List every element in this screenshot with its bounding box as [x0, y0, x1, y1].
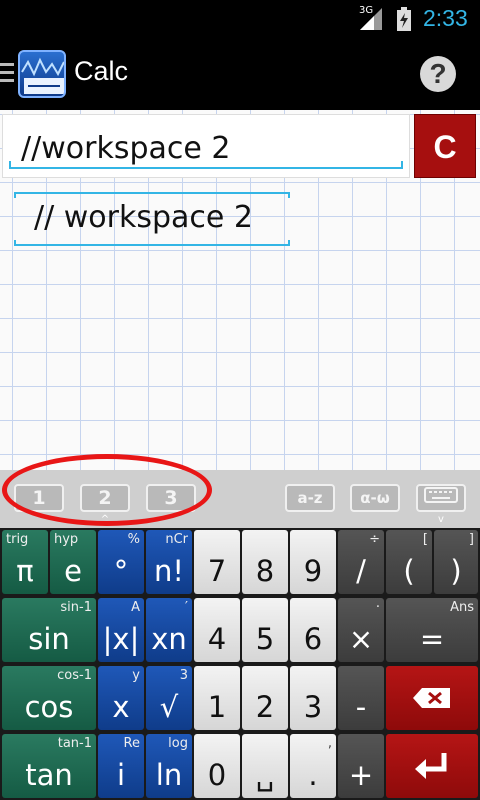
digit-9-key[interactable]: 9: [290, 530, 336, 594]
e-key[interactable]: hyp e: [50, 530, 96, 594]
plus-key[interactable]: +: [338, 734, 384, 798]
action-bar: Calc ?: [0, 38, 480, 110]
chevron-down-icon: v: [438, 514, 444, 525]
alpha-keyboard-button[interactable]: a-z: [285, 484, 335, 512]
digit-1-key[interactable]: 1: [194, 666, 240, 730]
digit-4-key[interactable]: 4: [194, 598, 240, 662]
cos-key[interactable]: cos-1 cos: [2, 666, 96, 730]
equals-key[interactable]: Ans =: [386, 598, 478, 662]
sqrt-key[interactable]: 3 √: [146, 666, 192, 730]
space-key[interactable]: ␣: [242, 734, 288, 798]
ln-key[interactable]: log ln: [146, 734, 192, 798]
pi-key[interactable]: trig π: [2, 530, 48, 594]
left-paren-key[interactable]: [(: [386, 530, 432, 594]
keypad: trig π hyp e % ° nCr n! 7 8 9 ÷ / [( ]) sin-1…: [0, 528, 480, 800]
minus-key[interactable]: -: [338, 666, 384, 730]
result-top-border: [14, 192, 290, 194]
result-corner: [14, 192, 16, 198]
digit-7-key[interactable]: 7: [194, 530, 240, 594]
greek-keyboard-button[interactable]: α-ω: [350, 484, 400, 512]
result-bottom-border: [14, 244, 290, 246]
digit-0-key[interactable]: 0: [194, 734, 240, 798]
battery-icon: [397, 7, 411, 31]
app-logo-icon[interactable]: [18, 50, 66, 98]
keyboard-icon: [424, 487, 458, 503]
decimal-key[interactable]: ,.: [290, 734, 336, 798]
drawer-menu-icon[interactable]: [0, 63, 14, 83]
clock: 2:33: [423, 5, 468, 31]
digit-2-key[interactable]: 2: [242, 666, 288, 730]
result-entry[interactable]: // workspace 2: [14, 192, 290, 246]
app-logo-graphic-icon: [21, 57, 64, 94]
signal-icon: [360, 8, 382, 30]
help-button[interactable]: ?: [420, 56, 456, 92]
expression-input[interactable]: //workspace 2: [2, 114, 410, 178]
enter-key[interactable]: [386, 734, 478, 798]
backspace-icon: [413, 688, 450, 708]
digit-3-key[interactable]: 3: [290, 666, 336, 730]
backspace-key[interactable]: [386, 666, 478, 730]
divide-key[interactable]: ÷ /: [338, 530, 384, 594]
workspace[interactable]: //workspace 2 C // workspace 2: [0, 110, 480, 470]
factorial-key[interactable]: nCr n!: [146, 530, 192, 594]
imaginary-key[interactable]: Re i: [98, 734, 144, 798]
status-bar: 3G 2:33: [0, 0, 480, 38]
system-keyboard-button[interactable]: [416, 484, 466, 512]
sin-key[interactable]: sin-1 sin: [2, 598, 96, 662]
result-corner: [288, 240, 290, 246]
annotation-circle: [2, 454, 212, 526]
multiply-key[interactable]: · ×: [338, 598, 384, 662]
result-text: // workspace 2: [34, 200, 253, 235]
degree-key[interactable]: % °: [98, 530, 144, 594]
tan-key[interactable]: tan-1 tan: [2, 734, 96, 798]
abs-key[interactable]: A |x|: [98, 598, 144, 662]
result-corner: [14, 240, 16, 246]
enter-icon: [415, 753, 447, 779]
power-key[interactable]: ′ xn: [146, 598, 192, 662]
app-title: Calc: [74, 56, 129, 86]
right-paren-key[interactable]: ]): [434, 530, 478, 594]
digit-6-key[interactable]: 6: [290, 598, 336, 662]
digit-8-key[interactable]: 8: [242, 530, 288, 594]
expression-input-text[interactable]: //workspace 2: [21, 131, 230, 166]
digit-5-key[interactable]: 5: [242, 598, 288, 662]
input-underline: [9, 161, 403, 169]
result-corner: [288, 192, 290, 198]
x-key[interactable]: yx: [98, 666, 144, 730]
clear-button[interactable]: C: [414, 114, 476, 178]
